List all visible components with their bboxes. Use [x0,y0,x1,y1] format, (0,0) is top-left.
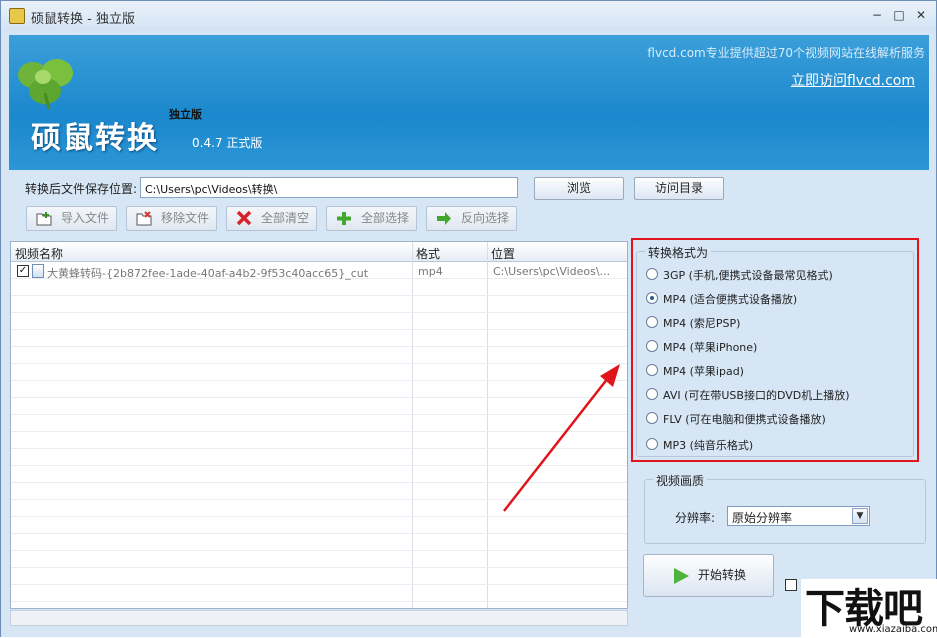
version-label: 0.4.7 正式版 [192,136,263,150]
watermark-url: www.xiazaiba.com [849,624,937,635]
window-title: 硕鼠转换 - 独立版 [31,12,135,27]
select-all-label: 全部选择 [361,211,410,225]
resolution-value: 原始分辨率 [732,511,793,525]
empty-row [11,569,627,585]
remove-file-label: 移除文件 [161,211,210,225]
file-icon [32,264,44,278]
browse-button[interactable]: 浏览 [534,177,624,200]
resolution-label: 分辨率: [675,511,716,525]
highlight-box [631,238,919,462]
row-location: C:\Users\pc\Videos\... [493,265,611,278]
clear-all-button[interactable]: 全部清空 [226,206,317,231]
import-file-button[interactable]: 导入文件 [26,206,117,231]
row-format: mp4 [418,265,443,278]
app-icon [9,8,25,24]
empty-row [11,535,627,551]
minimize-button[interactable]: − [866,7,888,23]
row-checkbox[interactable]: ✓ [17,265,29,277]
column-header-location[interactable]: 位置 [491,245,515,262]
invert-selection-button[interactable]: 反向选择 [426,206,517,231]
row-file-name: 大黄蜂转码-{2b872fee-1ade-40af-a4b2-9f53c40ac… [47,267,369,280]
status-bar [1,627,936,637]
option-checkbox[interactable] [785,579,797,591]
import-file-label: 导入文件 [61,211,110,225]
tagline: flvcd.com专业提供超过70个视频网站在线解析服务 [647,46,925,60]
file-list-header: 视频名称 格式 位置 [11,242,627,262]
title-bar: 硕鼠转换 - 独立版 − □ ✕ [1,1,936,31]
empty-row [11,586,627,602]
column-header-name[interactable]: 视频名称 [15,245,63,262]
empty-row [11,297,627,313]
folder-add-icon [36,212,52,226]
clover-logo-icon [18,59,73,110]
column-header-format[interactable]: 格式 [416,245,440,262]
red-x-icon [236,211,252,226]
start-convert-label: 开始转换 [698,568,747,582]
start-convert-button[interactable]: 开始转换 [643,554,774,597]
empty-row [11,552,627,568]
select-all-button[interactable]: 全部选择 [326,206,417,231]
resolution-select[interactable]: 原始分辨率 ▼ [727,506,870,526]
close-button[interactable]: ✕ [910,7,932,23]
play-icon [674,568,689,584]
app-window: 硕鼠转换 - 独立版 − □ ✕ 硕鼠转换 独立版 0.4.7 正式版 flvc… [0,0,937,638]
output-path-input[interactable]: C:\Users\pc\Videos\转换\ [140,177,518,198]
horizontal-scrollbar[interactable] [10,610,628,626]
green-plus-icon [337,212,351,225]
maximize-button[interactable]: □ [888,7,910,23]
green-arrow-icon [437,212,451,225]
remove-file-button[interactable]: 移除文件 [126,206,217,231]
brand-title: 硕鼠转换 [31,121,159,156]
empty-row [11,314,627,330]
edition-label: 独立版 [169,108,202,121]
annotation-arrow-icon [503,364,620,512]
folder-remove-icon [136,211,152,226]
quality-group-title: 视频画质 [653,472,708,489]
header-banner: 硕鼠转换 独立版 0.4.7 正式版 flvcd.com专业提供超过70个视频网… [9,35,929,170]
visit-flvcd-link[interactable]: 立即访问flvcd.com [791,70,915,90]
invert-selection-label: 反向选择 [461,211,510,225]
watermark-logo: 下载吧 www.xiazaiba.com [801,579,937,638]
empty-row [11,331,627,347]
open-directory-button[interactable]: 访问目录 [634,177,724,200]
chevron-down-icon[interactable]: ▼ [852,508,868,524]
empty-row [11,280,627,296]
output-path-label: 转换后文件保存位置: [25,182,138,196]
empty-row [11,518,627,534]
clear-all-label: 全部清空 [261,211,310,225]
